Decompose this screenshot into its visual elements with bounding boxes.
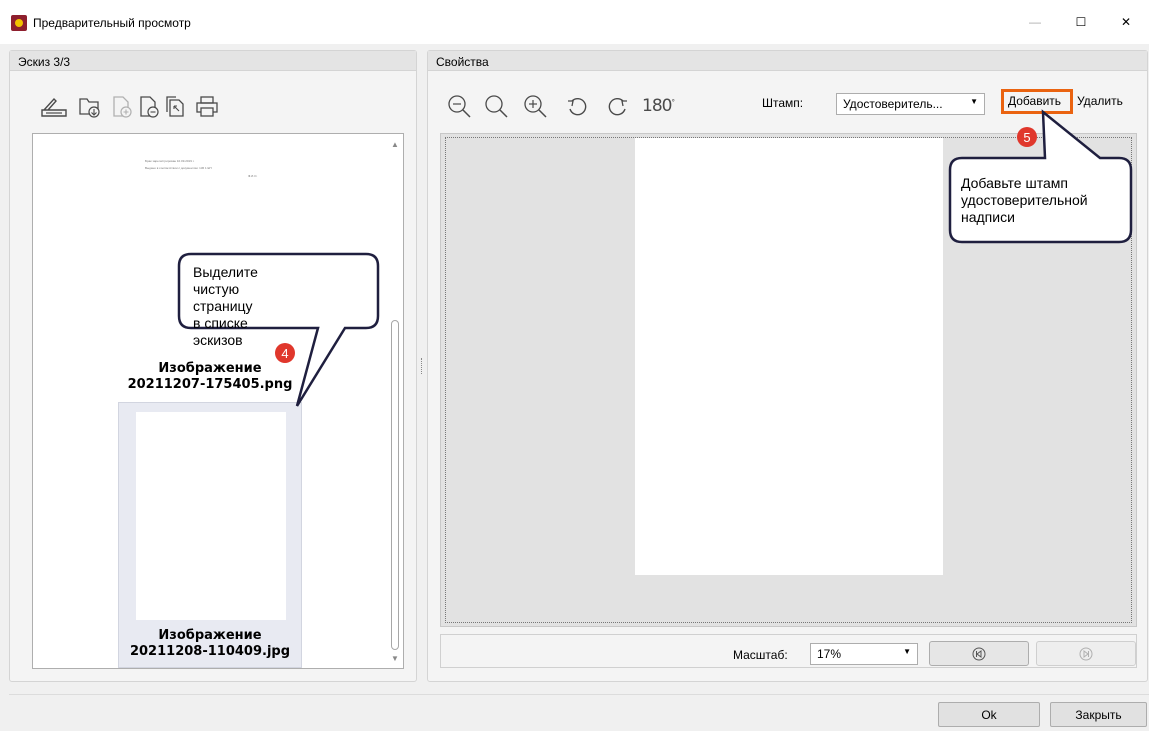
callout-line: Выделите чистую [193,264,258,297]
next-page-icon [1079,647,1093,660]
zoom-out-icon[interactable] [447,94,473,120]
zoom-in-icon[interactable] [523,94,549,120]
thumbnail-caption-line: 20211207-175405.png [127,377,293,392]
callout-line: удостоверительной [961,192,1088,208]
thumbnail-caption-line: Изображение [158,628,262,643]
chevron-down-icon: ▼ [903,647,911,656]
close-window-button[interactable]: ✕ [1103,6,1149,38]
scroll-up-icon[interactable]: ▲ [389,140,401,149]
scale-select[interactable]: 17% ▼ [810,643,918,665]
window-title: Предварительный просмотр [33,16,191,30]
rotate-right-icon[interactable] [605,96,629,118]
rotate-left-icon[interactable] [566,96,590,118]
page-text-line: Ф.И.О. [248,174,258,178]
title-bar: Предварительный просмотр — ☐ ✕ [0,0,1149,44]
close-button[interactable]: Закрыть [1050,702,1147,727]
stamp-label: Штамп: [762,96,804,110]
panel-splitter[interactable] [421,358,423,374]
minimize-button[interactable]: — [1012,6,1058,38]
scanner-icon[interactable] [40,96,68,120]
ok-button[interactable]: Ok [938,702,1040,727]
add-page-icon[interactable] [111,95,135,119]
thumbnail-caption-line: Изображение [158,361,262,376]
callout-text: Выделите чистую страницу в списке эскизо… [193,264,258,349]
thumbnail-caption[interactable]: Изображение 20211207-175405.png [95,361,325,393]
footer-divider [9,694,1149,695]
vertical-scrollbar[interactable]: ▲ ▼ [386,134,403,668]
scroll-down-icon[interactable]: ▼ [389,654,401,663]
preview-page [635,138,943,575]
thumbnails-header: Эскиз 3/3 [10,51,416,71]
stamp-select[interactable]: Удостоверитель... ▼ [836,93,985,115]
page-text-line: Брак зарегистрирован 10.09.2019 г. [145,159,195,163]
properties-header: Свойства [428,51,1147,71]
step-badge: 5 [1017,127,1037,147]
next-page-button[interactable] [1036,641,1136,666]
maximize-button[interactable]: ☐ [1058,6,1104,38]
thumbnail-caption-line: 20211208-110409.jpg [129,644,291,659]
previous-page-icon [972,647,986,660]
add-stamp-button[interactable]: Добавить [1001,89,1073,114]
delete-stamp-button[interactable]: Удалить [1077,94,1123,108]
chevron-down-icon: ▼ [970,97,978,106]
remove-page-icon[interactable] [138,95,162,119]
stamp-select-value: Удостоверитель... [843,97,943,111]
app-icon [11,15,27,31]
rotate-180-icon[interactable]: 180° [642,96,675,116]
thumbnail-page [136,412,286,620]
import-folder-icon[interactable] [78,95,102,119]
zoom-fit-icon[interactable] [484,94,510,120]
rotate-180-label: 180 [642,96,672,116]
page-text-line: Выдано в соответствии с документом: 136 … [145,166,212,170]
previous-page-button[interactable] [929,641,1029,666]
callout-text: Добавьте штамп удостоверительной надписи [961,175,1088,226]
scale-select-value: 17% [817,647,842,661]
callout-line: надписи [961,209,1015,225]
callout-line: страницу в списке [193,298,253,331]
thumbnail-list[interactable]: Брак зарегистрирован 10.09.2019 г. Выдан… [32,133,404,669]
preview-bottom-bar [440,634,1137,668]
print-icon[interactable] [194,95,220,119]
callout-line: эскизов [193,332,243,348]
scale-label: Масштаб: [733,648,788,662]
copy-pages-icon[interactable] [164,95,188,119]
callout-line: Добавьте штамп [961,175,1068,191]
step-badge: 4 [275,343,295,363]
scrollbar-thumb[interactable] [391,320,399,650]
thumbnail-caption[interactable]: Изображение 20211208-110409.jpg [95,628,325,660]
